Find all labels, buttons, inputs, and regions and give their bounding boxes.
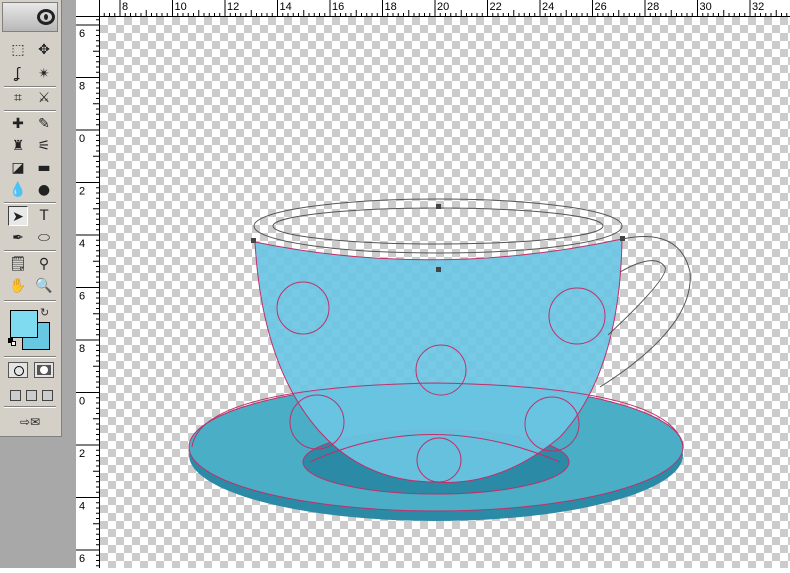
ellipse-icon[interactable]: ⬭ <box>34 228 54 248</box>
toolbox-divider <box>4 406 56 408</box>
crop-icon[interactable]: ⌗ <box>8 88 28 108</box>
notes-icon[interactable]: 🗒 <box>8 254 28 274</box>
type-tool-icon[interactable]: T <box>34 206 54 226</box>
quick-mask-mode-button[interactable] <box>34 362 54 378</box>
vertical-ruler[interactable]: 6 8 0 2 4 6 8 0 2 4 6 <box>76 17 100 568</box>
healing-brush-icon[interactable]: ✚ <box>8 114 28 134</box>
brush-icon[interactable]: ✎ <box>34 114 54 134</box>
ruler-label: 2 <box>79 448 85 460</box>
ruler-label: 30 <box>700 1 712 13</box>
full-screen-menu-mode-button[interactable] <box>26 390 37 401</box>
ruler-origin[interactable] <box>76 0 100 17</box>
cup-rim-inner-path[interactable] <box>272 207 604 245</box>
ruler-label: 6 <box>79 291 85 303</box>
cup-artwork[interactable] <box>100 17 790 568</box>
ruler-label: 26 <box>595 1 607 13</box>
ruler-label: 2 <box>79 186 85 198</box>
ruler-label: 0 <box>79 396 85 408</box>
anchor-point[interactable] <box>251 238 256 243</box>
full-screen-mode-button[interactable] <box>42 390 53 401</box>
jump-to-imageready-icon[interactable]: ⇨✉ <box>8 412 52 432</box>
magic-wand-icon[interactable]: ✴ <box>34 64 54 84</box>
ruler-label: 24 <box>542 1 554 13</box>
rectangular-marquee-icon[interactable]: ⬚ <box>8 40 28 60</box>
workspace-background <box>62 0 76 568</box>
toolbox-divider <box>4 202 56 204</box>
move-tool-icon[interactable]: ✥ <box>34 40 54 60</box>
eyedropper-icon[interactable]: ⚲ <box>34 254 54 274</box>
default-colors-icon[interactable] <box>8 338 16 346</box>
anchor-point[interactable] <box>620 236 625 241</box>
ruler-label: 8 <box>79 81 85 93</box>
toolbox-panel: ⬚ ✥ ʆ ✴ ⌗ ⚔ ✚ ✎ ♜ ⚟ ◪ ▬ 💧 ● ➤ T ✒ ⬭ 🗒 ⚲ … <box>0 0 62 437</box>
toolbox-divider <box>4 110 56 112</box>
ruler-label: 28 <box>647 1 659 13</box>
toolbox-divider <box>4 300 56 302</box>
toolbox-header[interactable] <box>2 2 58 32</box>
ruler-label: 20 <box>437 1 449 13</box>
pen-icon[interactable]: ✒ <box>8 228 28 248</box>
zoom-icon[interactable]: 🔍 <box>34 276 54 296</box>
foreground-color-swatch[interactable] <box>10 310 38 338</box>
ruler-label: 32 <box>752 1 764 13</box>
clone-stamp-icon[interactable]: ♜ <box>8 136 28 156</box>
ruler-label: 4 <box>79 238 85 250</box>
lasso-icon[interactable]: ʆ <box>8 64 28 84</box>
ruler-label: 8 <box>79 343 85 355</box>
history-brush-icon[interactable]: ⚟ <box>34 136 54 156</box>
toolbox-divider <box>4 356 56 358</box>
ruler-label: 10 <box>175 1 187 13</box>
ruler-label: 18 <box>385 1 397 13</box>
document-canvas[interactable] <box>100 17 790 568</box>
anchor-point[interactable] <box>436 267 441 272</box>
dodge-icon[interactable]: ● <box>34 180 54 200</box>
standard-mode-button[interactable] <box>8 362 28 378</box>
photoshop-eye-icon <box>37 9 55 25</box>
eraser-icon[interactable]: ◪ <box>8 158 28 178</box>
toolbox-divider <box>4 250 56 252</box>
ruler-label: 6 <box>79 553 85 565</box>
horizontal-ruler[interactable]: 8 10 12 14 16 18 20 22 24 26 28 30 32 <box>100 0 790 17</box>
hand-icon[interactable]: ✋ <box>8 276 28 296</box>
ruler-label: 14 <box>280 1 292 13</box>
path-selection-icon[interactable]: ➤ <box>8 206 28 226</box>
ruler-label: 6 <box>79 28 85 40</box>
anchor-point[interactable] <box>436 204 441 209</box>
ruler-label: 8 <box>122 1 128 13</box>
gradient-icon[interactable]: ▬ <box>34 158 54 178</box>
ruler-label: 0 <box>79 133 85 145</box>
ruler-label: 12 <box>227 1 239 13</box>
ruler-label: 22 <box>490 1 502 13</box>
blur-icon[interactable]: 💧 <box>8 180 28 200</box>
ruler-label: 16 <box>332 1 344 13</box>
standard-screen-mode-button[interactable] <box>10 390 21 401</box>
slice-icon[interactable]: ⚔ <box>34 88 54 108</box>
ruler-label: 4 <box>79 501 85 513</box>
swap-colors-icon[interactable]: ↻ <box>40 306 49 319</box>
